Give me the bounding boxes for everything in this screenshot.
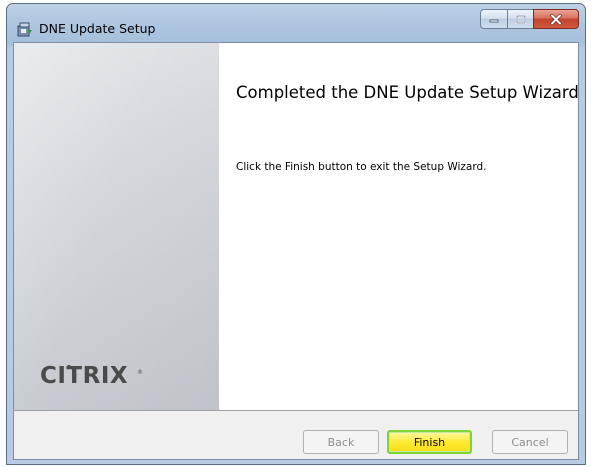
maximize-button[interactable] — [507, 9, 533, 29]
finish-button[interactable]: Finish — [387, 430, 472, 454]
wizard-content: CITRIX ® Completed the DNE Update Setup … — [13, 42, 579, 460]
wizard-button-bar: Back Finish Cancel — [14, 410, 578, 459]
close-icon — [550, 13, 562, 25]
window-title: DNE Update Setup — [39, 21, 156, 36]
svg-text:CITRIX: CITRIX — [40, 363, 128, 389]
svg-text:®: ® — [137, 369, 143, 376]
cancel-button[interactable]: Cancel — [492, 430, 568, 454]
minimize-button[interactable] — [480, 9, 507, 29]
wizard-message: Click the Finish button to exit the Setu… — [236, 161, 487, 173]
close-button[interactable] — [533, 9, 579, 29]
back-button[interactable]: Back — [303, 430, 379, 454]
wizard-side-banner: CITRIX ® — [14, 43, 219, 410]
minimize-icon — [489, 19, 499, 23]
setup-window: DNE Update Setup CITRIX ® Completed the … — [6, 3, 586, 465]
wizard-heading: Completed the DNE Update Setup Wizard — [236, 83, 579, 102]
installer-icon — [16, 21, 33, 38]
maximize-icon — [515, 14, 526, 24]
citrix-logo: CITRIX ® — [40, 361, 150, 389]
caption-buttons — [480, 9, 579, 29]
